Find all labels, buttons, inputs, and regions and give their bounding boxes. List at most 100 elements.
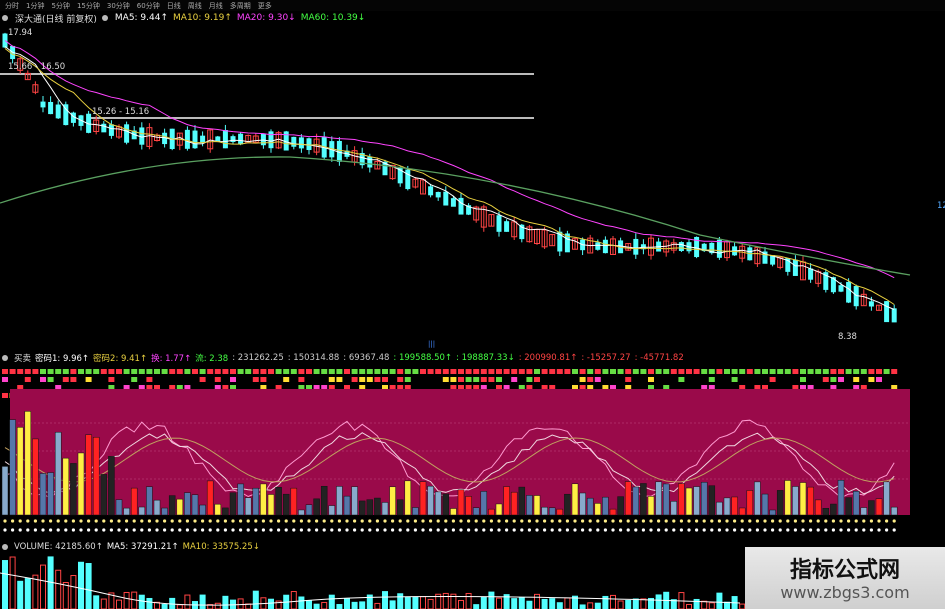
signal-dot — [3, 528, 7, 532]
ma-settings-icon[interactable] — [101, 15, 108, 21]
histogram-bar — [488, 508, 495, 516]
volume-settings-icon[interactable] — [2, 543, 8, 550]
period-tab-6[interactable]: 日线 — [165, 1, 183, 11]
ma10-value: MA10: 9.19↑ — [173, 13, 232, 23]
signal-dot — [125, 528, 129, 532]
volume-bar — [420, 596, 426, 609]
settings-icon[interactable] — [2, 15, 8, 21]
histogram-bar — [328, 505, 336, 516]
candle-down — [101, 123, 107, 133]
signal-dot — [94, 528, 98, 532]
signal-cell — [154, 369, 160, 374]
signal-cell — [260, 377, 267, 382]
signal-dot — [520, 519, 524, 523]
histogram-bar — [716, 501, 723, 516]
signal-cell — [838, 377, 844, 382]
period-tab-9[interactable]: 多周期 — [228, 1, 253, 11]
histogram-bar — [298, 509, 305, 516]
period-tab-0[interactable]: 分时 — [3, 1, 21, 11]
ma20-value: MA20: 9.30↓ — [236, 13, 296, 23]
high-price-label: 17.94 — [8, 28, 33, 38]
histogram-bar — [465, 496, 472, 516]
signal-cell — [161, 369, 168, 374]
period-tab-7[interactable]: 周线 — [186, 1, 204, 11]
histogram-bar — [16, 427, 24, 516]
signal-dot — [687, 519, 691, 523]
histogram-bar — [754, 481, 761, 516]
signal-dot — [94, 519, 98, 523]
liu-value: 流: 2.38 — [195, 353, 229, 364]
volume-bar — [336, 604, 343, 609]
period-tab-5[interactable]: 60分钟 — [135, 1, 162, 11]
signal-dot — [862, 519, 866, 523]
candle-down — [184, 129, 190, 149]
crosshair-marker: ||| — [428, 340, 436, 348]
signal-cell — [534, 369, 540, 374]
period-tab-8[interactable]: 月线 — [207, 1, 225, 11]
candle-down — [268, 131, 274, 149]
signal-cell — [617, 369, 624, 374]
signal-dot — [809, 528, 813, 532]
signal-dot — [18, 528, 22, 532]
signal-cell — [298, 369, 305, 374]
signal-dot — [679, 528, 684, 532]
signal-dot — [383, 519, 387, 523]
histogram-bar — [24, 411, 32, 516]
histogram-bar — [305, 504, 313, 516]
signal-dot — [725, 528, 729, 532]
signal-cell — [62, 377, 69, 382]
signal-dot — [436, 528, 440, 532]
volume-bar — [587, 602, 594, 609]
signal-cell — [214, 369, 221, 374]
volume-bar — [138, 594, 145, 609]
signal-dot — [892, 528, 896, 532]
indicator-settings-icon[interactable] — [2, 354, 8, 361]
signal-dot — [748, 519, 752, 523]
signal-cell — [222, 369, 229, 374]
candle-down — [428, 186, 434, 196]
signal-dot — [337, 519, 341, 523]
volume-bar — [222, 595, 229, 609]
signal-cell — [458, 369, 464, 374]
signal-cell — [632, 369, 639, 374]
histogram-bar — [746, 490, 754, 516]
signal-dot — [626, 519, 630, 523]
candlestick-chart[interactable] — [0, 25, 945, 350]
period-tab-1[interactable]: 1分钟 — [24, 1, 46, 11]
signal-dot — [413, 519, 417, 523]
period-tab-4[interactable]: 30分钟 — [105, 1, 132, 11]
signal-dot — [649, 519, 653, 523]
signal-dot — [603, 519, 608, 523]
signal-cell — [442, 369, 449, 374]
histogram-bar — [62, 457, 70, 516]
signal-dot — [147, 528, 151, 532]
histogram-bar — [609, 508, 617, 516]
signal-cell — [32, 369, 39, 374]
signal-cell — [648, 369, 654, 374]
volume-bar — [640, 598, 647, 609]
volume-bar — [55, 569, 62, 609]
signal-dot — [581, 528, 585, 532]
signal-dot — [786, 528, 790, 532]
signal-cell — [830, 377, 837, 382]
indicator-panel[interactable] — [0, 365, 945, 537]
period-toolbar: 分时 1分钟 5分钟 15分钟 30分钟 60分钟 日线 周线 月线 多周期 更多 — [0, 0, 945, 11]
period-tab-3[interactable]: 15分钟 — [75, 1, 102, 11]
indicator-name[interactable]: 买卖 — [14, 352, 31, 364]
period-tab-2[interactable]: 5分钟 — [49, 1, 71, 11]
histogram-bar — [214, 503, 222, 516]
histogram-bar — [442, 493, 450, 516]
stock-title[interactable]: 深大通(日线 前复权) — [15, 12, 97, 25]
signal-dot — [877, 519, 881, 523]
candle-down — [48, 101, 54, 115]
signal-dot — [467, 528, 471, 532]
candle-down — [443, 191, 449, 206]
signal-cell — [192, 369, 198, 374]
signal-cell — [306, 369, 312, 374]
signal-cell — [807, 369, 814, 374]
signal-dot — [824, 519, 828, 523]
signal-cell — [146, 369, 153, 374]
signal-dot — [375, 528, 379, 532]
candle-down — [260, 133, 266, 146]
period-tab-10[interactable]: 更多 — [256, 1, 274, 11]
